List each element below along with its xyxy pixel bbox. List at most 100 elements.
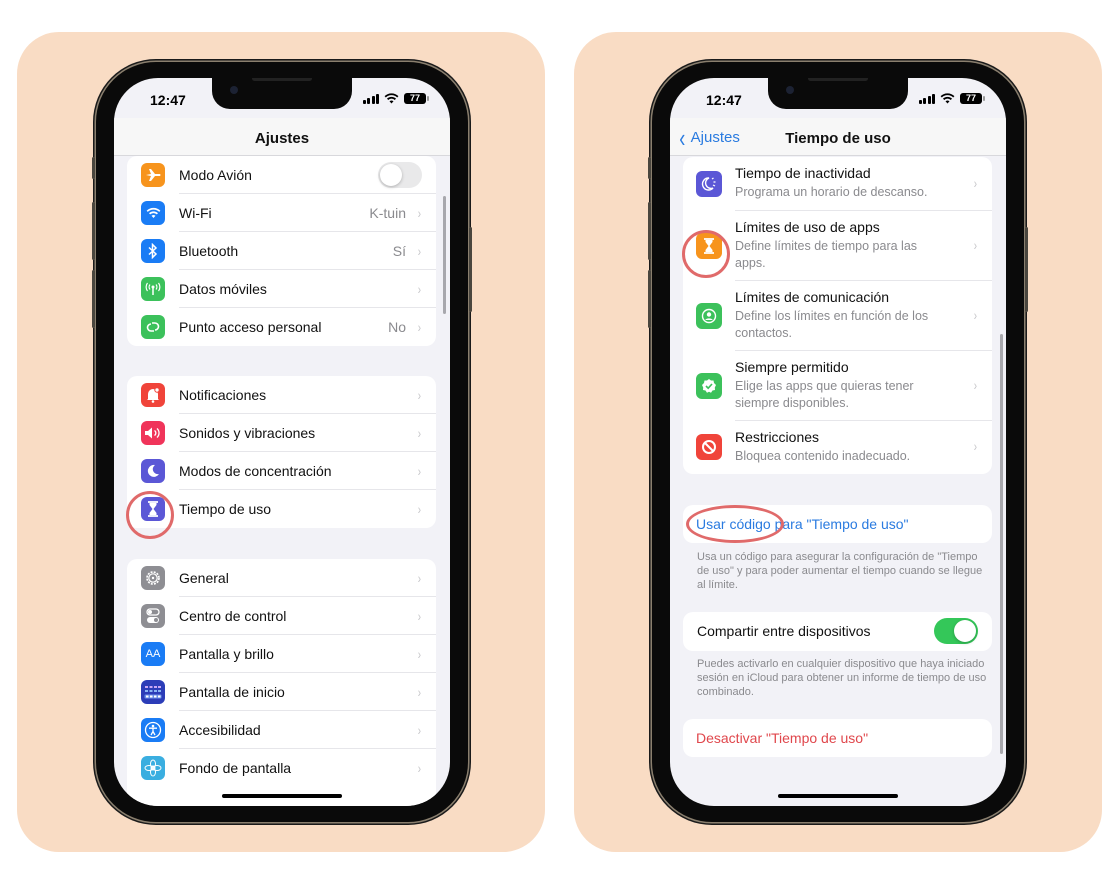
page-title: Ajustes xyxy=(254,130,310,147)
chevron-right-icon: › xyxy=(974,237,978,253)
power-button xyxy=(469,227,472,312)
chevron-right-icon: › xyxy=(974,377,978,393)
text-size-icon: AA xyxy=(141,642,165,666)
deactivate-screen-time-button[interactable]: Desactivar "Tiempo de uso" xyxy=(696,730,868,746)
checkmark-badge-icon xyxy=(696,373,722,399)
flower-icon xyxy=(141,756,165,780)
screen-time-screen: ‹ Ajustes Tiempo de uso 12:47 77 Tiempo … xyxy=(670,78,1006,806)
right-phone-frame: ‹ Ajustes Tiempo de uso 12:47 77 Tiempo … xyxy=(648,62,1028,822)
airplane-mode-toggle[interactable] xyxy=(378,162,422,188)
chevron-right-icon: › xyxy=(418,646,422,662)
option-tiempo-inactividad[interactable]: Tiempo de inactividad Programa un horari… xyxy=(683,157,992,211)
settings-row-pantalla-brillo[interactable]: AA Pantalla y brillo › xyxy=(127,635,436,673)
wifi-network-value: K-tuin xyxy=(369,205,406,221)
settings-row-sonidos[interactable]: Sonidos y vibraciones › xyxy=(127,414,436,452)
home-indicator[interactable] xyxy=(778,794,898,798)
settings-row-pantalla-inicio[interactable]: Pantalla de inicio › xyxy=(127,673,436,711)
settings-row-centro-control[interactable]: Centro de control › xyxy=(127,597,436,635)
volume-down-button xyxy=(92,270,95,328)
status-time: 12:47 xyxy=(150,92,186,108)
switches-icon xyxy=(141,604,165,628)
settings-screen: Ajustes 12:47 77 Modo Avión Wi-Fi K-tuin… xyxy=(114,78,450,806)
settings-row-modo-avion[interactable]: Modo Avión xyxy=(127,156,436,194)
home-indicator[interactable] xyxy=(222,794,342,798)
battery-icon: 77 xyxy=(960,93,985,104)
connectivity-group: Modo Avión Wi-Fi K-tuin › Bluetooth Sí ›… xyxy=(127,156,436,346)
highlight-circle-usar-codigo xyxy=(686,505,784,543)
chevron-right-icon: › xyxy=(418,387,422,403)
speaker-icon xyxy=(141,421,165,445)
general-group: General › Centro de control › AA Pantall… xyxy=(127,559,436,806)
highlight-circle-limites-apps xyxy=(682,230,730,278)
accessibility-icon xyxy=(141,718,165,742)
chevron-right-icon: › xyxy=(418,760,422,776)
airplane-icon xyxy=(141,163,165,187)
chevron-right-icon: › xyxy=(974,438,978,454)
volume-down-button xyxy=(648,270,651,328)
chevron-right-icon: › xyxy=(418,463,422,479)
bell-icon xyxy=(141,383,165,407)
volume-up-button xyxy=(92,202,95,260)
wifi-icon xyxy=(141,201,165,225)
notch xyxy=(212,78,352,109)
moon-icon xyxy=(141,459,165,483)
share-group: Compartir entre dispositivos xyxy=(683,612,992,651)
option-limites-comunicacion[interactable]: Límites de comunicación Define los límit… xyxy=(683,281,992,351)
bluetooth-status-value: Sí xyxy=(392,243,406,259)
navbar: Ajustes xyxy=(114,118,450,156)
cellular-signal-icon xyxy=(918,93,935,104)
power-button xyxy=(1025,227,1028,312)
wifi-icon xyxy=(940,93,955,104)
status-icons: 77 xyxy=(362,93,429,104)
settings-row-general[interactable]: General › xyxy=(127,559,436,597)
hotspot-link-icon xyxy=(141,315,165,339)
chevron-right-icon: › xyxy=(974,307,978,323)
highlight-circle-tiempo-de-uso xyxy=(126,491,174,539)
camera-icon xyxy=(230,86,238,94)
silent-switch xyxy=(648,157,651,179)
status-time: 12:47 xyxy=(706,92,742,108)
left-phone-frame: Ajustes 12:47 77 Modo Avión Wi-Fi K-tuin… xyxy=(92,62,472,822)
screen-time-options-group: Tiempo de inactividad Programa un horari… xyxy=(683,157,992,474)
share-across-devices-toggle[interactable] xyxy=(934,618,978,644)
settings-row-accesibilidad[interactable]: Accesibilidad › xyxy=(127,711,436,749)
option-siempre-permitido[interactable]: Siempre permitido Elige las apps que qui… xyxy=(683,351,992,421)
settings-row-fondo-pantalla[interactable]: Fondo de pantalla › xyxy=(127,749,436,787)
status-icons: 77 xyxy=(918,93,985,104)
chevron-right-icon: › xyxy=(974,175,978,191)
block-icon xyxy=(696,434,722,460)
chevron-right-icon: › xyxy=(418,243,422,259)
scrollbar[interactable] xyxy=(1000,334,1003,754)
cellular-signal-icon xyxy=(362,93,379,104)
chevron-right-icon: › xyxy=(418,319,422,335)
deactivate-group: Desactivar "Tiempo de uso" xyxy=(683,719,992,757)
passcode-footer: Usa un código para asegurar la configura… xyxy=(697,551,983,591)
downtime-icon xyxy=(696,171,722,197)
option-restricciones[interactable]: Restricciones Bloquea contenido inadecua… xyxy=(683,421,992,474)
page-title: Tiempo de uso xyxy=(785,130,891,147)
chevron-right-icon: › xyxy=(418,722,422,738)
chevron-right-icon: › xyxy=(418,281,422,297)
chevron-right-icon: › xyxy=(418,570,422,586)
gear-icon xyxy=(141,566,165,590)
settings-row-wifi[interactable]: Wi-Fi K-tuin › xyxy=(127,194,436,232)
settings-row-datos-moviles[interactable]: Datos móviles › xyxy=(127,270,436,308)
volume-up-button xyxy=(648,202,651,260)
wifi-icon xyxy=(384,93,399,104)
settings-row-punto-acceso[interactable]: Punto acceso personal No › xyxy=(127,308,436,346)
option-limites-apps[interactable]: Límites de uso de apps Define límites de… xyxy=(683,211,992,281)
chevron-right-icon: › xyxy=(418,608,422,624)
settings-row-concentracion[interactable]: Modos de concentración › xyxy=(127,452,436,490)
chevron-right-icon: › xyxy=(418,425,422,441)
silent-switch xyxy=(92,157,95,179)
settings-row-notificaciones[interactable]: Notificaciones › xyxy=(127,376,436,414)
navbar: ‹ Ajustes Tiempo de uso xyxy=(670,118,1006,156)
settings-row-bluetooth[interactable]: Bluetooth Sí › xyxy=(127,232,436,270)
battery-icon: 77 xyxy=(404,93,429,104)
scrollbar[interactable] xyxy=(443,196,446,314)
contact-icon xyxy=(696,303,722,329)
home-grid-icon xyxy=(141,680,165,704)
camera-icon xyxy=(786,86,794,94)
notifications-group: Notificaciones › Sonidos y vibraciones ›… xyxy=(127,376,436,528)
chevron-right-icon: › xyxy=(418,205,422,221)
